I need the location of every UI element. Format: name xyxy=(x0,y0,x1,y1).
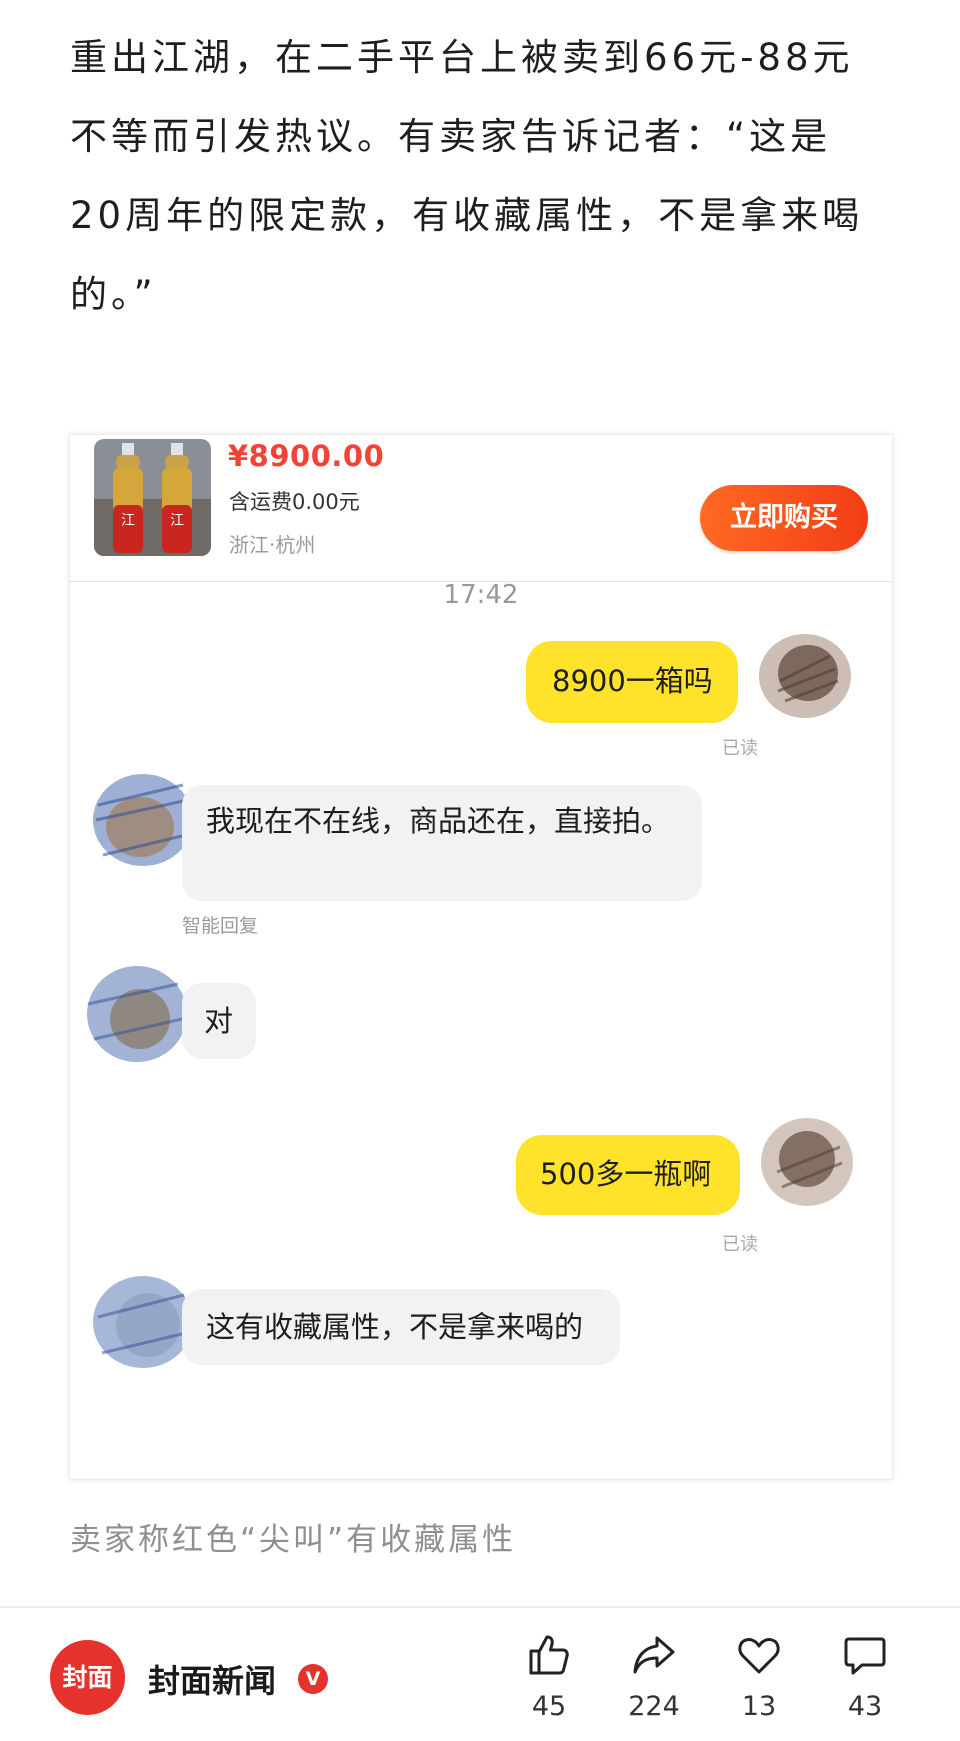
shipping-info: 含运费0.00元 xyxy=(229,490,360,514)
article-line: 20周年的限定款，有收藏属性，不是拿来喝 xyxy=(70,194,864,237)
product-thumbnail[interactable]: 江 江 xyxy=(94,439,211,556)
source-name[interactable]: 封面新闻 xyxy=(148,1656,276,1702)
message-bubble-incoming: 这有收藏属性，不是拿来喝的 xyxy=(182,1289,620,1365)
smart-reply-label: 智能回复 xyxy=(182,915,259,937)
like-count: 45 xyxy=(531,1691,567,1722)
message-bubble-outgoing: 500多一瓶啊 xyxy=(516,1135,740,1215)
divider xyxy=(0,1606,960,1608)
comment-button[interactable]: 43 xyxy=(830,1631,900,1722)
message-bubble-incoming: 我现在不在线，商品还在，直接拍。 xyxy=(182,785,702,901)
user-avatar[interactable] xyxy=(750,621,860,731)
comment-count: 43 xyxy=(847,1691,883,1722)
product-card[interactable]: 江 江 ¥8900.00 含运费0.00元 浙江·杭州 立即购买 xyxy=(70,435,892,582)
heart-icon xyxy=(738,1638,780,1674)
share-button[interactable]: 224 xyxy=(619,1631,689,1722)
favorite-button[interactable]: 13 xyxy=(724,1631,794,1722)
verified-badge-icon: V xyxy=(298,1664,328,1694)
comment-icon xyxy=(844,1637,886,1675)
svg-text:江: 江 xyxy=(170,513,184,529)
article-line: 不等而引发热议。有卖家告诉记者：“这是 xyxy=(70,115,832,158)
share-count: 224 xyxy=(628,1691,680,1722)
article-line: 的。” xyxy=(70,273,157,316)
product-price: ¥8900.00 xyxy=(228,439,385,473)
chat-timestamp: 17:42 xyxy=(443,580,519,610)
message-bubble-outgoing: 8900一箱吗 xyxy=(526,641,738,723)
buy-now-button[interactable]: 立即购买 xyxy=(700,485,868,551)
read-receipt: 已读 xyxy=(722,1234,758,1255)
image-caption: 卖家称红色“尖叫”有收藏属性 xyxy=(70,1522,517,1558)
user-avatar[interactable] xyxy=(752,1107,862,1217)
seller-location: 浙江·杭州 xyxy=(229,533,316,557)
favorite-count: 13 xyxy=(741,1691,777,1722)
like-button[interactable]: 45 xyxy=(514,1631,584,1722)
seller-avatar[interactable] xyxy=(82,959,192,1069)
read-receipt: 已读 xyxy=(722,738,758,759)
article-text: 重出江湖，在二手平台上被卖到66元-88元 不等而引发热议。有卖家告诉记者：“这… xyxy=(70,18,900,334)
article-line: 重出江湖，在二手平台上被卖到66元-88元 xyxy=(70,36,854,79)
svg-text:江: 江 xyxy=(121,513,135,529)
source-logo[interactable]: 封面 xyxy=(50,1640,125,1715)
chat-screenshot: 江 江 ¥8900.00 含运费0.00元 浙江·杭州 立即购买 17:42 8… xyxy=(69,434,893,1480)
message-bubble-incoming: 对 xyxy=(182,983,256,1059)
thumbs-up-icon xyxy=(529,1635,569,1675)
share-icon xyxy=(633,1636,675,1674)
